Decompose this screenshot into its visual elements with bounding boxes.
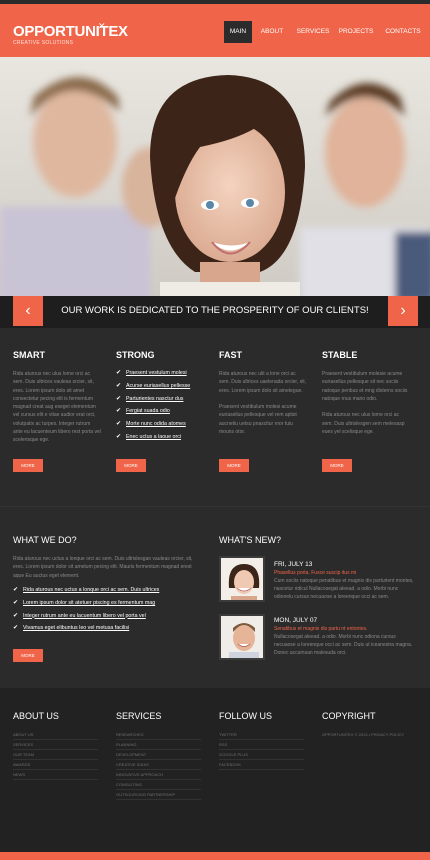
more-button-whatwedo[interactable]: MORE [13, 649, 43, 662]
news-title: WHAT'S NEW? [219, 535, 282, 545]
logo-mark-icon: ✕ [98, 21, 106, 31]
footer-link[interactable]: INNOVATIVE APPROACH [116, 770, 201, 780]
check-icon: ✔ [116, 395, 122, 402]
more-button-strong[interactable]: MORE [116, 459, 146, 472]
strong-checklist: ✔ Praesent vestulum molesi ✔ Acurse eurias… [116, 370, 190, 447]
hero-slider-image [0, 57, 430, 296]
footer-link[interactable]: OUR TEAM [13, 750, 98, 760]
man-avatar-icon [221, 616, 263, 658]
feature-text-fast: Rida aturous nec ulit a lone orci ac sem… [219, 371, 306, 436]
nav-main[interactable]: MAIN [224, 21, 252, 43]
slogan-banner: ‹ OUR WORK IS DEDICATED TO THE PROSPERIT… [0, 296, 430, 328]
whatwedo-text: Rida aturous nec uctus a lonque orci ac … [13, 556, 193, 579]
check-icon: ✔ [116, 408, 122, 415]
footer-link-facebook[interactable]: FACEBOOK [219, 760, 304, 770]
checklist-item[interactable]: ✔ Parturientes nasctur dus [116, 396, 190, 409]
footer-title-copyright: COPYRIGHT [322, 711, 376, 721]
checklist-item[interactable]: ✔ Fergiat suada odio [116, 408, 190, 421]
feature-title-smart: SMART [13, 350, 45, 360]
check-icon: ✔ [116, 421, 122, 428]
whatwedo-checklist: ✔ Rida aturous nec uctus a lonque orci ac… [13, 587, 159, 638]
checklist-item[interactable]: ✔ Morte nunc odida atomes [116, 421, 190, 434]
news-subtitle-1[interactable]: Phasellus porta. Fusce suscip itus mi [274, 570, 356, 576]
slogan-text: OUR WORK IS DEDICATED TO THE PROSPERITY … [61, 305, 369, 316]
footer-title-services: SERVICES [116, 711, 162, 721]
site-logo[interactable]: OPPORTUNITEX [13, 23, 128, 40]
footer-link[interactable]: DEVELOPMENT [116, 750, 201, 760]
checklist-item[interactable]: ✔ Acurse euriasellus pellesse [116, 383, 190, 396]
footer-link[interactable]: SERVICES [13, 740, 98, 750]
footer-title-about: ABOUT US [13, 711, 59, 721]
nav-projects[interactable]: PROJECTS [336, 21, 376, 43]
more-button-stable[interactable]: MORE [322, 459, 352, 472]
news-photo-2[interactable] [219, 614, 265, 660]
features-section: SMART Rida aturous nec ulus lorne orci a… [0, 328, 430, 506]
site-tagline: CREATIVE SOLUTIONS [13, 40, 74, 46]
whatwedo-title: WHAT WE DO? [13, 535, 77, 545]
feature-title-stable: STABLE [322, 350, 358, 360]
news-photo-1[interactable] [219, 556, 265, 602]
footer-link[interactable]: CREATIVE IDEAS [116, 760, 201, 770]
check-icon: ✔ [13, 612, 19, 619]
footer-services-list: RESEARCHES PLANNING DEVELOPMENT CREATIVE… [116, 730, 201, 800]
news-text-1: Cum sociis natoque penatibus et magnis d… [274, 578, 414, 600]
checklist-item[interactable]: ✔ Enec uctus a laoue orci [116, 434, 190, 447]
footer-title-follow: FOLLOW US [219, 711, 273, 721]
footer-link[interactable]: ABOUT US [13, 730, 98, 740]
checklist-item[interactable]: ✔ Lorem ipsum dolor sit atetuer piscing e… [13, 600, 159, 613]
check-icon: ✔ [13, 599, 19, 606]
feature-text-stable: Praesent vestibulum molesie acume eurias… [322, 371, 408, 436]
news-text-2: Nullacosegat aleead. a odio. Morbi nunc … [274, 634, 413, 656]
hero-photo [0, 57, 430, 296]
more-button-fast[interactable]: MORE [219, 459, 249, 472]
more-button-smart[interactable]: MORE [13, 459, 43, 472]
footer-link[interactable]: CONSULTING [116, 780, 201, 790]
check-icon: ✔ [116, 433, 122, 440]
feature-title-strong: STRONG [116, 350, 155, 360]
whatwedo-section: WHAT WE DO? Rida aturous nec uctus a lon… [0, 506, 430, 688]
check-icon: ✔ [116, 370, 122, 376]
news-date-1: FRI, JULY 13 [274, 561, 313, 568]
checklist-item[interactable]: ✔ Vivamus eget elibuntus leo vel metusa f… [13, 625, 159, 638]
checklist-item[interactable]: ✔ Praesent vestulum molesi [116, 370, 190, 383]
nav-about[interactable]: ABOUT [258, 21, 286, 43]
footer-link-twitter[interactable]: TWITTER [219, 730, 304, 740]
site-header: OPPORTUNITEX ✕ CREATIVE SOLUTIONS MAIN A… [0, 4, 430, 57]
footer-about-list: ABOUT US SERVICES OUR TEAM AWARDS NEWS [13, 730, 98, 780]
check-icon: ✔ [13, 625, 19, 632]
footer-link-rss[interactable]: RSS [219, 740, 304, 750]
footer-link[interactable]: NEWS [13, 770, 98, 780]
footer-link[interactable]: PLANNING [116, 740, 201, 750]
news-date-2: MON, JULY 07 [274, 617, 318, 624]
feature-text-smart: Rida aturous nec ulus lorne orci ac sem.… [13, 371, 101, 444]
checklist-item[interactable]: ✔ Rida aturous nec uctus a lonque orci ac… [13, 587, 159, 600]
feature-title-fast: FAST [219, 350, 243, 360]
bottom-accent-bar [0, 852, 430, 860]
woman-avatar-icon [221, 558, 263, 600]
footer-link[interactable]: RESEARCHES [116, 730, 201, 740]
checklist-item[interactable]: ✔ Integer rutrum ante eu lacuentum libero… [13, 613, 159, 626]
check-icon: ✔ [13, 587, 19, 593]
site-footer: ABOUT US ABOUT US SERVICES OUR TEAM AWAR… [0, 688, 430, 852]
news-subtitle-2[interactable]: Senatibus et magnis dis partu nt entonte… [274, 626, 367, 632]
copyright-text: OPPORTUNITEX © 2013 • PRIVACY POLICY [322, 732, 405, 737]
footer-follow-list: TWITTER RSS GOOGLE PLUS FACEBOOK [219, 730, 304, 770]
footer-link-google-plus[interactable]: GOOGLE PLUS [219, 750, 304, 760]
footer-link[interactable]: OUTSOURCING PARTNERSHIP [116, 790, 201, 800]
slider-next-button[interactable]: › [388, 296, 418, 326]
footer-link[interactable]: AWARDS [13, 760, 98, 770]
nav-contacts[interactable]: CONTACTS [382, 21, 424, 43]
nav-services[interactable]: SERVICES [292, 21, 334, 43]
check-icon: ✔ [116, 382, 122, 389]
